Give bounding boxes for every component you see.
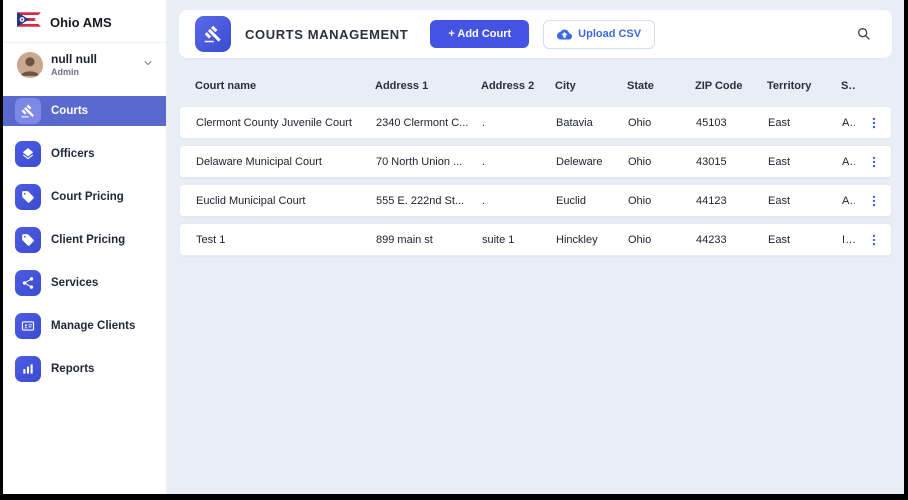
sidebar-item-services[interactable]: Services — [3, 268, 166, 298]
row-menu-kebab-icon[interactable] — [857, 194, 881, 208]
tag-icon — [15, 184, 41, 210]
table-cell: East — [768, 155, 791, 168]
sidebar-nav: Courts Officers Court Pricing Client Pri… — [3, 96, 166, 397]
table-cell: Ohio — [628, 233, 652, 246]
table-row[interactable]: Euclid Municipal Court 555 E. 222nd St...… — [179, 184, 892, 217]
column-header-territory: Territory — [767, 80, 812, 92]
id-card-icon — [15, 313, 41, 339]
table-cell: Batavia — [556, 116, 593, 129]
add-court-button[interactable]: + Add Court — [430, 20, 530, 48]
sidebar-item-label: Reports — [51, 363, 95, 375]
user-meta: null null Admin — [51, 51, 134, 77]
user-role: Admin — [51, 66, 79, 77]
table-cell: East — [768, 233, 791, 246]
table-cell: . — [482, 116, 486, 129]
user-name: null null — [51, 51, 97, 66]
table-cell: . — [482, 194, 486, 207]
table-cell: Hinckley — [556, 233, 598, 246]
column-header-address-2: Address 2 — [481, 80, 535, 92]
gavel-icon — [15, 98, 41, 124]
table-row[interactable]: Delaware Municipal Court 70 North Union .… — [179, 145, 892, 178]
user-menu[interactable]: null null Admin — [3, 43, 166, 88]
bar-chart-icon — [15, 356, 41, 382]
app-frame: Ohio AMS null null Admin Courts Officers… — [3, 0, 904, 494]
main-area: COURTS MANAGEMENT + Add Court Upload CSV… — [166, 0, 904, 494]
sidebar-item-label: Courts — [51, 105, 89, 117]
chevron-down-icon[interactable] — [142, 56, 154, 74]
app-title: Ohio AMS — [50, 14, 112, 30]
tag-icon — [15, 227, 41, 253]
table-header-row: Court name Address 1 Address 2 City State ZIP… — [179, 74, 892, 106]
sidebar-item-reports[interactable]: Reports — [3, 354, 166, 384]
table-cell: Active — [842, 194, 855, 207]
gavel-icon — [195, 16, 231, 52]
column-header-status: Status — [841, 80, 856, 92]
logo-row: Ohio AMS — [3, 0, 166, 43]
table-cell: Ohio — [628, 116, 652, 129]
sidebar-item-manage-clients[interactable]: Manage Clients — [3, 311, 166, 341]
upload-csv-label: Upload CSV — [578, 28, 642, 40]
share-icon — [15, 270, 41, 296]
column-header-zip-code: ZIP Code — [695, 80, 743, 92]
table-cell: Inactive — [842, 233, 855, 246]
sidebar-item-client-pricing[interactable]: Client Pricing — [3, 225, 166, 255]
sidebar-item-label: Court Pricing — [51, 191, 124, 203]
layers-icon — [15, 141, 41, 167]
sidebar-item-courts[interactable]: Courts — [3, 96, 166, 126]
table-cell: Active — [842, 155, 855, 168]
table-cell: East — [768, 194, 791, 207]
ohio-flag-icon — [17, 12, 41, 32]
row-menu-kebab-icon[interactable] — [857, 233, 881, 247]
table-cell: 899 main st — [376, 233, 433, 246]
table-cell: 555 E. 222nd St... — [376, 194, 465, 207]
sidebar-item-label: Services — [51, 277, 99, 289]
table-cell: Ohio — [628, 194, 652, 207]
sidebar-item-court-pricing[interactable]: Court Pricing — [3, 182, 166, 212]
table-cell: 70 North Union ... — [376, 155, 463, 168]
table-row[interactable]: Clermont County Juvenile Court 2340 Clerm… — [179, 106, 892, 139]
sidebar-item-label: Manage Clients — [51, 320, 136, 332]
sidebar-item-label: Client Pricing — [51, 234, 126, 246]
upload-csv-button[interactable]: Upload CSV — [543, 19, 656, 49]
column-header-address-1: Address 1 — [375, 80, 429, 92]
sidebar: Ohio AMS null null Admin Courts Officers… — [3, 0, 166, 494]
table-cell: 43015 — [696, 155, 727, 168]
column-header-court-name: Court name — [195, 80, 257, 92]
table-cell: Ohio — [628, 155, 652, 168]
table-cell: Test 1 — [196, 233, 226, 246]
search-icon — [856, 26, 872, 42]
cloud-upload-icon — [557, 27, 573, 42]
sidebar-item-label: Officers — [51, 148, 95, 160]
table-cell: Delaware Municipal Court — [196, 155, 322, 168]
sidebar-item-officers[interactable]: Officers — [3, 139, 166, 169]
row-menu-kebab-icon[interactable] — [857, 116, 881, 130]
table-cell: 44233 — [696, 233, 727, 246]
column-header-state: State — [627, 80, 654, 92]
table-cell: East — [768, 116, 791, 129]
page-header: COURTS MANAGEMENT + Add Court Upload CSV — [179, 10, 892, 58]
table-body: Clermont County Juvenile Court 2340 Clerm… — [179, 106, 892, 494]
table-cell: 45103 — [696, 116, 727, 129]
column-header-city: City — [555, 80, 576, 92]
search-button[interactable] — [852, 22, 876, 46]
table-cell: Euclid — [556, 194, 586, 207]
table-cell: Euclid Municipal Court — [196, 194, 306, 207]
table-cell: suite 1 — [482, 233, 515, 246]
table-cell: Active — [842, 116, 855, 129]
table-cell: Clermont County Juvenile Court — [196, 116, 352, 129]
table-row[interactable]: Test 1 899 main st suite 1 Hinckley Ohio 4423… — [179, 223, 892, 256]
avatar — [17, 52, 43, 78]
page-title: COURTS MANAGEMENT — [245, 26, 409, 42]
table-cell: 44123 — [696, 194, 727, 207]
row-menu-kebab-icon[interactable] — [857, 155, 881, 169]
table-cell: . — [482, 155, 486, 168]
table-cell: 2340 Clermont C... — [376, 116, 469, 129]
table-cell: Deleware — [556, 155, 603, 168]
